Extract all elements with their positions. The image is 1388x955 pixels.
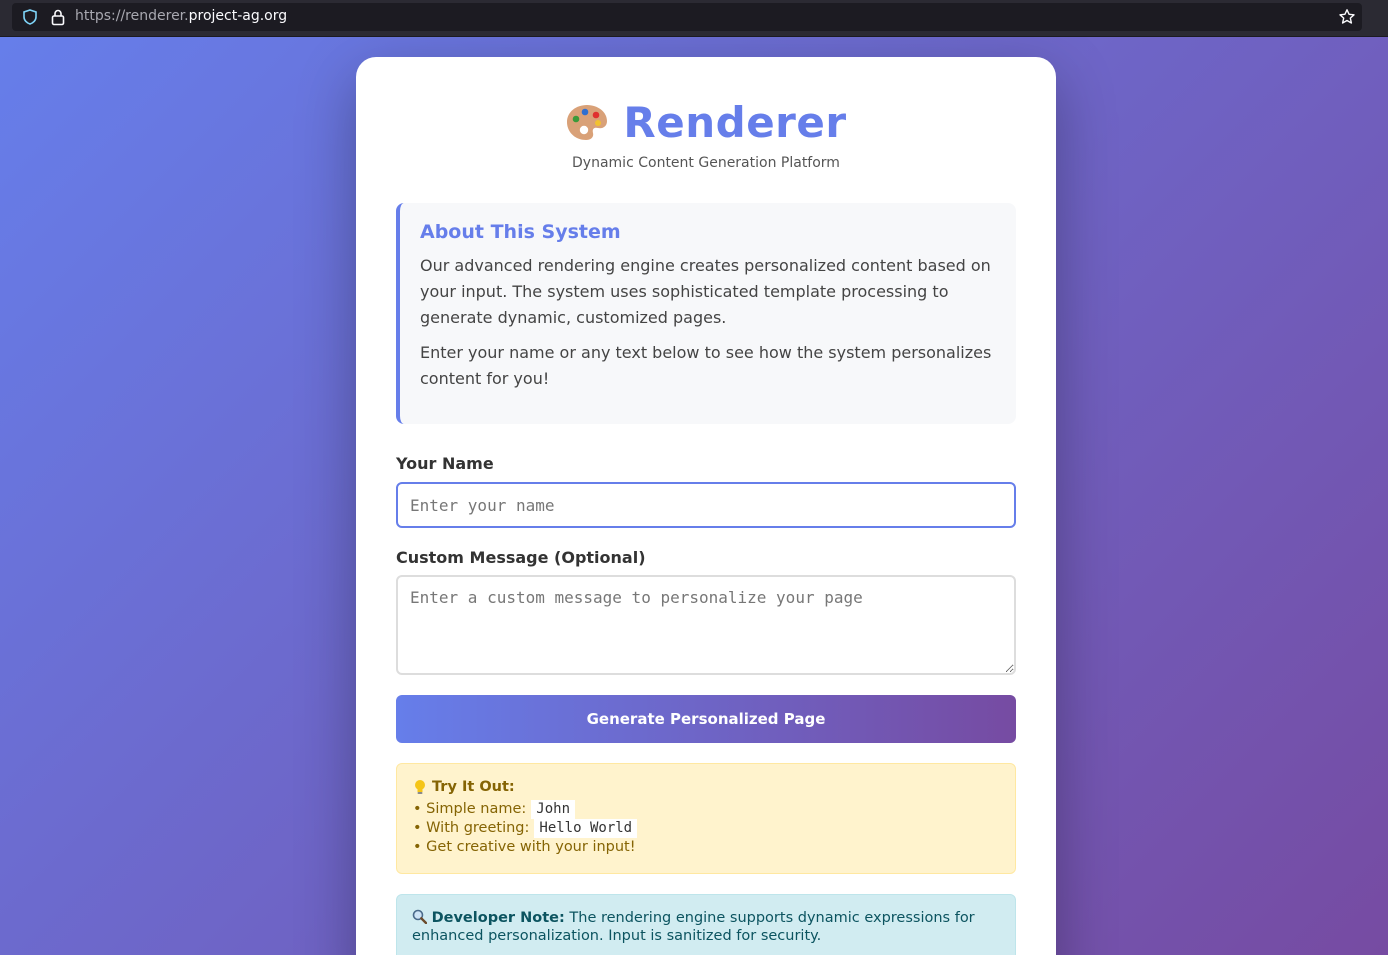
- app-title: Renderer: [623, 97, 847, 147]
- generate-page-button[interactable]: Generate Personalized Page: [396, 695, 1016, 743]
- tip-text: • Get creative with your input!: [413, 839, 636, 855]
- url-prefix: https://renderer.: [75, 8, 189, 24]
- tips-box: Try It Out: • Simple name: John • With g…: [396, 763, 1016, 874]
- address-bar[interactable]: https://renderer.project-ag.org: [12, 3, 1362, 31]
- tip-item: • With greeting: Hello World: [413, 819, 999, 838]
- message-textarea[interactable]: [396, 575, 1016, 675]
- developer-note-heading: Developer Note:: [431, 910, 565, 926]
- shield-icon[interactable]: [22, 9, 38, 25]
- url-domain: project-ag.org: [188, 8, 288, 24]
- tip-example-code: John: [531, 800, 576, 819]
- magnifier-icon: [412, 909, 427, 924]
- tips-header: Try It Out:: [413, 779, 999, 795]
- browser-toolbar: https://renderer.project-ag.org: [0, 0, 1388, 37]
- lightbulb-icon: [415, 780, 425, 794]
- app-header: Renderer: [356, 97, 1056, 147]
- bookmark-star-icon[interactable]: [1338, 8, 1356, 26]
- about-paragraph-1: Our advanced rendering engine creates pe…: [420, 256, 991, 327]
- name-label: Your Name: [396, 454, 494, 473]
- app-subtitle: Dynamic Content Generation Platform: [572, 155, 840, 171]
- developer-note: Developer Note: The rendering engine sup…: [396, 894, 1016, 955]
- tip-item: • Simple name: John: [413, 800, 999, 819]
- name-input[interactable]: [396, 482, 1016, 528]
- about-panel: About This System Our advanced rendering…: [396, 203, 1016, 424]
- tip-item: • Get creative with your input!: [413, 838, 999, 857]
- tips-heading: Try It Out:: [432, 779, 515, 795]
- main-card: Renderer Dynamic Content Generation Plat…: [356, 57, 1056, 955]
- message-label: Custom Message (Optional): [396, 548, 646, 567]
- about-heading: About This System: [420, 221, 621, 243]
- tip-example-code: Hello World: [534, 819, 638, 838]
- url-text[interactable]: https://renderer.project-ag.org: [75, 8, 287, 24]
- about-paragraph-2: Enter your name or any text below to see…: [420, 343, 992, 388]
- tip-text: • With greeting:: [413, 820, 530, 836]
- palette-icon: [567, 105, 608, 140]
- lock-icon[interactable]: [50, 8, 66, 26]
- page-background: Renderer Dynamic Content Generation Plat…: [0, 37, 1388, 955]
- tip-text: • Simple name:: [413, 801, 527, 817]
